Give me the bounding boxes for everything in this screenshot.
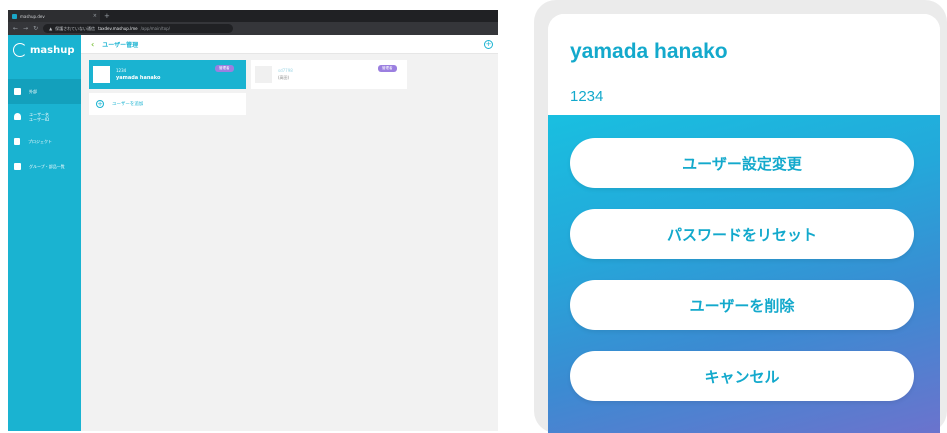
sidebar-item-groups[interactable]: グループ・部品一覧: [8, 154, 81, 179]
favicon-icon: [12, 13, 17, 19]
role-badge: 管理者: [215, 65, 234, 72]
delete-user-button[interactable]: ユーザーを削除: [570, 280, 914, 330]
logo-text: mashup: [30, 44, 75, 56]
cancel-button[interactable]: キャンセル: [570, 351, 914, 401]
browser-tab[interactable]: mashup.dev ×: [8, 10, 100, 22]
page-title: ユーザー管理: [102, 41, 139, 49]
user-id: sd7798: [278, 68, 293, 73]
reload-icon[interactable]: ↻: [33, 25, 38, 32]
logo-mark-icon: [13, 43, 27, 57]
url-field[interactable]: ▲ 保護されていない通信 taxdev.mashup.lme /app/main…: [43, 24, 234, 33]
tab-title: mashup.dev: [20, 13, 45, 19]
url-host: taxdev.mashup.lme: [98, 26, 138, 31]
avatar: [255, 66, 272, 83]
logo[interactable]: mashup: [13, 43, 75, 57]
user-name: yamada hanako: [116, 75, 161, 81]
sidebar-item-project[interactable]: プロジェクト: [8, 129, 81, 154]
avatar: [93, 66, 110, 83]
user-card-info: sd7798 (高田): [278, 68, 293, 81]
forward-arrow-icon[interactable]: →: [23, 25, 28, 32]
sidebar-item-user[interactable]: ユーザー名 ユーザーID: [8, 104, 81, 129]
role-badge: 管理者: [378, 65, 397, 72]
security-note: 保護されていない通信: [55, 25, 96, 31]
user-name: yamada hanako: [570, 40, 728, 63]
user-card-info: 1234 yamada hanako: [116, 68, 160, 81]
back-arrow-icon[interactable]: ←: [13, 25, 18, 32]
back-chevron-icon[interactable]: ‹: [91, 40, 94, 49]
action-sheet-body: ユーザー設定変更 パスワードをリセット ユーザーを削除 キャンセル: [548, 115, 940, 433]
sidebar-item-label-line2: ユーザーID: [29, 116, 50, 122]
home-icon: [14, 88, 21, 95]
action-sheet-header: yamada hanako 1234: [548, 14, 940, 115]
sidebar: mashup 外部 ユーザー名 ユーザーID プロジェクト グループ・部品一覧: [8, 35, 81, 431]
grid-icon: [14, 163, 21, 170]
sidebar-item-label: 外部: [29, 88, 37, 94]
add-user-label: ユーザーを追加: [112, 102, 144, 107]
edit-user-settings-button[interactable]: ユーザー設定変更: [570, 138, 914, 188]
user-id: 1234: [570, 88, 604, 105]
sidebar-item-label: グループ・部品一覧: [29, 163, 65, 169]
reset-password-button[interactable]: パスワードをリセット: [570, 209, 914, 259]
person-icon: [14, 113, 21, 120]
user-id: 1234: [116, 68, 127, 73]
new-tab-icon[interactable]: +: [104, 12, 110, 20]
url-path: /app/main/top/: [140, 26, 171, 31]
address-bar: ← → ↻ ▲ 保護されていない通信 taxdev.mashup.lme /ap…: [8, 22, 498, 35]
add-user-button[interactable]: + ユーザーを追加: [89, 93, 246, 115]
sidebar-item-label: ユーザー名 ユーザーID: [29, 112, 49, 122]
tab-bar: mashup.dev × +: [8, 10, 498, 22]
close-tab-icon[interactable]: ×: [93, 13, 100, 19]
warning-icon: ▲: [49, 26, 53, 31]
user-card[interactable]: sd7798 (高田) 管理者: [251, 60, 407, 89]
sidebar-item-label: プロジェクト: [28, 138, 52, 144]
add-circle-icon[interactable]: +: [484, 40, 493, 49]
user-name: (高田): [278, 75, 290, 80]
sidebar-item-external[interactable]: 外部: [8, 79, 81, 104]
plus-circle-icon: +: [96, 100, 104, 108]
sidebar-nav: 外部 ユーザー名 ユーザーID プロジェクト グループ・部品一覧: [8, 79, 81, 179]
action-sheet: yamada hanako 1234 ユーザー設定変更 パスワードをリセット ユ…: [548, 14, 940, 433]
top-bar: ‹ ユーザー管理 +: [81, 35, 498, 54]
user-card-selected[interactable]: 1234 yamada hanako 管理者: [89, 60, 246, 89]
document-icon: [14, 138, 20, 145]
